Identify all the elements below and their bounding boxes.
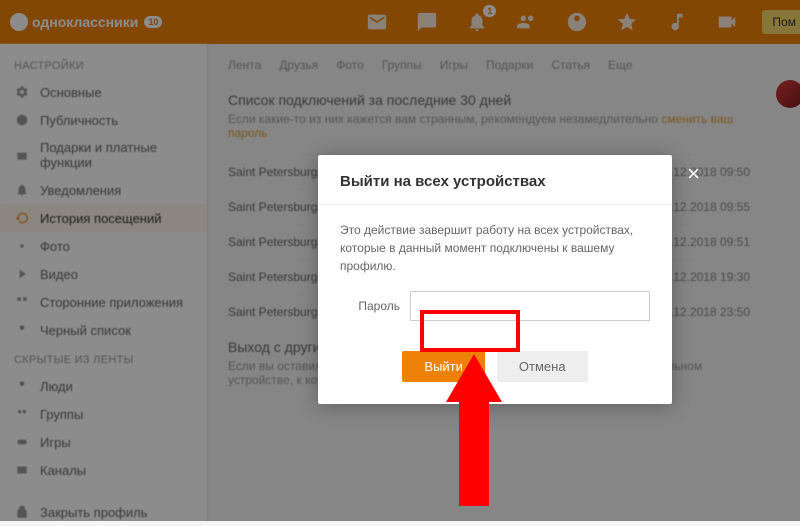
logout-all-modal: × Выйти на всех устройствах Это действие… [318,155,672,404]
cancel-button[interactable]: Отмена [497,351,588,382]
modal-title: Выйти на всех устройствах [318,155,672,205]
password-input[interactable] [410,291,650,321]
submit-button[interactable]: Выйти [402,351,485,382]
modal-description: Это действие завершит работу на всех уст… [340,221,650,275]
close-icon[interactable]: × [687,161,700,187]
password-label: Пароль [340,299,400,313]
